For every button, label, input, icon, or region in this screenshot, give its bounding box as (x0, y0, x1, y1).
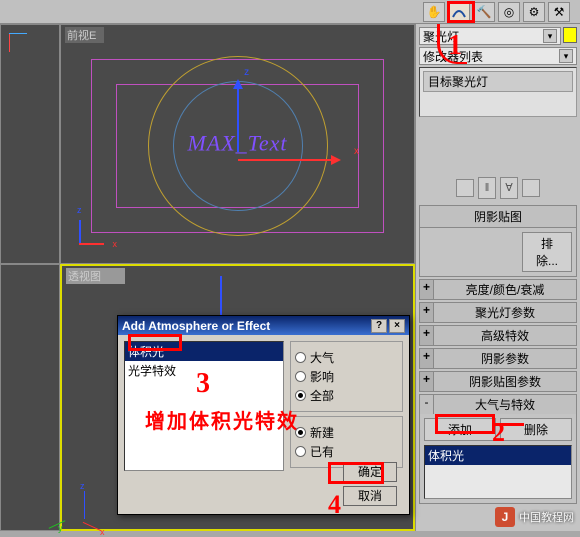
stack-item[interactable]: 目标聚光灯 (423, 71, 573, 92)
viewport-left-bottom[interactable] (0, 264, 60, 531)
help-button[interactable]: ? (371, 319, 387, 333)
corner-gizmo: z x (79, 215, 109, 245)
chevron-down-icon: ▾ (543, 29, 557, 43)
exclude-button[interactable]: 排除... (522, 232, 572, 272)
command-panel: 聚光灯 ▾ 修改器列表 ▾ 目标聚光灯 ‖ ∀ 阴影贴图 排除... +亮度/颜… (415, 24, 580, 531)
atmosphere-list[interactable]: 体积光 (424, 445, 572, 499)
radio-effect[interactable]: 影响 (295, 367, 398, 386)
rollout-spotlight[interactable]: +聚光灯参数 (419, 302, 577, 323)
prev-button[interactable]: ‖ (478, 177, 496, 199)
mode-group: 新建 已有 (290, 416, 403, 468)
radio-all[interactable]: 全部 (295, 386, 398, 405)
next-button[interactable]: ∀ (500, 177, 518, 199)
hammer-icon[interactable]: 🔨 (473, 2, 495, 22)
radio-exist[interactable]: 已有 (295, 442, 398, 461)
dialog-title-text: Add Atmosphere or Effect (122, 319, 270, 333)
viewport-front[interactable]: 前视E z x MAX_Text z x (60, 24, 415, 264)
config-icon[interactable] (522, 179, 540, 197)
gear-icon[interactable]: ⚙ (523, 2, 545, 22)
annotation-line (494, 423, 524, 426)
rollout-advanced[interactable]: +高级特效 (419, 325, 577, 346)
atmosphere-section: -大气与特效 添加 删除 体积光 (419, 394, 577, 504)
gizmo-icon (9, 33, 27, 52)
section-header[interactable]: -大气与特效 (420, 395, 576, 414)
axis-z-label: z (244, 67, 249, 78)
shadow-map-section: 阴影贴图 排除... (419, 205, 577, 277)
radio-new[interactable]: 新建 (295, 423, 398, 442)
curve-icon[interactable] (448, 2, 470, 22)
list-item[interactable]: 光学特效 (125, 361, 283, 380)
watermark-site: 中国教程网 (519, 509, 574, 525)
front-scene: z x MAX_Text z x (71, 39, 404, 253)
x-axis-arrow (238, 159, 338, 161)
tool-icon[interactable]: ⚒ (548, 2, 570, 22)
list-item[interactable]: 体积光 (125, 342, 283, 361)
dialog-titlebar[interactable]: Add Atmosphere or Effect ? × (118, 316, 409, 335)
filter-group: 大气 影响 全部 (290, 341, 403, 412)
rollout-shadowmap[interactable]: +阴影贴图参数 (419, 371, 577, 392)
viewport-left-top[interactable] (0, 24, 60, 264)
add-atmosphere-dialog: Add Atmosphere or Effect ? × 体积光 光学特效 大气… (117, 315, 410, 515)
delete-button[interactable]: 删除 (500, 418, 572, 441)
effects-listbox[interactable]: 体积光 光学特效 (124, 341, 284, 471)
rollout-shadow[interactable]: +阴影参数 (419, 348, 577, 369)
viewport-label: 透视图 (66, 268, 125, 284)
list-item[interactable]: 体积光 (425, 446, 571, 465)
pin-icon[interactable] (456, 179, 474, 197)
dialog-right-column: 大气 影响 全部 新建 已有 (290, 341, 403, 471)
chevron-down-icon: ▾ (559, 49, 573, 63)
dialog-body: 体积光 光学特效 大气 影响 全部 新建 已有 (118, 335, 409, 477)
watermark-logo-icon: J (495, 507, 515, 527)
add-button[interactable]: 添加 (424, 418, 496, 441)
radio-atmos[interactable]: 大气 (295, 348, 398, 367)
rollout-intensity[interactable]: +亮度/颜色/衰减 (419, 279, 577, 300)
hand-icon[interactable]: ✋ (423, 2, 445, 22)
top-toolbar: ✋ 🔨 ◎ ⚙ ⚒ (0, 0, 580, 24)
stack-controls: ‖ ∀ (419, 177, 577, 199)
section-header[interactable]: 阴影贴图 (420, 206, 576, 228)
cancel-button[interactable]: 取消 (343, 486, 397, 506)
ok-button[interactable]: 确定 (343, 462, 397, 482)
dialog-button-group: 确定 取消 (343, 462, 397, 506)
display-icon[interactable]: ◎ (498, 2, 520, 22)
tool-icons-group: ✋ 🔨 ◎ ⚙ ⚒ (423, 2, 570, 22)
scene-text-object: MAX_Text (187, 130, 287, 156)
modifier-stack[interactable]: 目标聚光灯 (419, 67, 577, 117)
axis-x-label: x (354, 146, 359, 157)
watermark: J 中国教程网 (495, 507, 574, 527)
color-swatch[interactable] (563, 27, 577, 43)
close-button[interactable]: × (389, 319, 405, 333)
